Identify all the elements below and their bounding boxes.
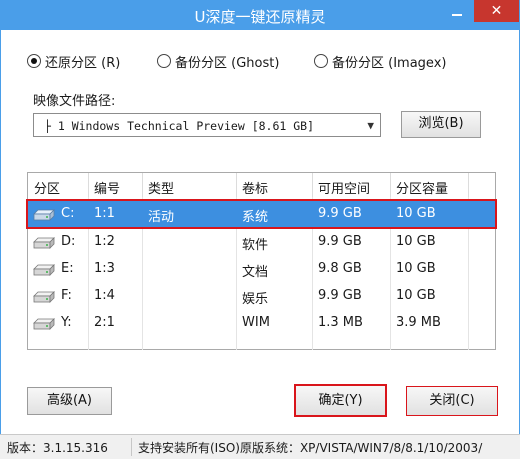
free-space: 9.9 GB bbox=[318, 206, 362, 221]
image-path-label: 映像文件路径: bbox=[33, 94, 116, 109]
partition-size: 3.9 MB bbox=[396, 315, 441, 330]
close-button-label: 关闭(C) bbox=[429, 393, 475, 408]
header-divider bbox=[88, 173, 89, 197]
radio-backup-imagex-indicator[interactable] bbox=[314, 54, 328, 68]
drive-letter: F: bbox=[61, 288, 72, 303]
header-divider bbox=[468, 173, 469, 197]
close-button[interactable]: 关闭(C) bbox=[406, 386, 498, 416]
drive-letter: C: bbox=[61, 206, 75, 221]
free-space: 9.9 GB bbox=[318, 234, 362, 249]
support-text: 支持安装所有(ISO)原版系统：XP/VISTA/WIN7/8/8.1/10/2… bbox=[138, 441, 483, 455]
chevron-down-icon[interactable]: ▼ bbox=[367, 114, 374, 138]
radio-backup-imagex-label: 备份分区 (Imagex) bbox=[332, 55, 447, 71]
partition-row-d[interactable]: D: 1:2 软件 9.9 GB 10 GB bbox=[28, 229, 495, 255]
partition-list[interactable]: 分区 编号 类型 卷标 可用空间 分区容量 C: 1:1 活动 系统 9.9 G… bbox=[26, 172, 497, 350]
browse-button-label: 浏览(B) bbox=[418, 116, 464, 131]
column-header-type[interactable]: 类型 bbox=[148, 178, 174, 197]
drive-letter: Y: bbox=[61, 315, 72, 330]
partition-row-y[interactable]: Y: 2:1 WIM 1.3 MB 3.9 MB bbox=[28, 310, 495, 336]
version-text: 版本：3.1.15.316 bbox=[7, 441, 108, 455]
radio-backup-ghost-indicator[interactable] bbox=[157, 54, 171, 68]
status-bar: 版本：3.1.15.316 支持安装所有(ISO)原版系统：XP/VISTA/W… bbox=[0, 434, 520, 459]
column-header-drive[interactable]: 分区 bbox=[34, 178, 60, 197]
partition-size: 10 GB bbox=[396, 234, 436, 249]
hard-drive-icon bbox=[33, 318, 55, 330]
header-divider bbox=[236, 173, 237, 197]
partition-list-header: 分区 编号 类型 卷标 可用空间 分区容量 bbox=[28, 173, 495, 197]
minimize-button[interactable] bbox=[442, 0, 472, 22]
free-space: 9.9 GB bbox=[318, 288, 362, 303]
partition-size: 10 GB bbox=[396, 206, 436, 221]
advanced-button-label: 高级(A) bbox=[46, 393, 93, 408]
image-path-select[interactable]: ├ 1 Windows Technical Preview [8.61 GB] … bbox=[33, 113, 381, 137]
column-header-size[interactable]: 分区容量 bbox=[396, 178, 448, 197]
partition-number: 1:1 bbox=[94, 206, 115, 221]
drive-letter: D: bbox=[61, 234, 76, 249]
title-bar: U深度一键还原精灵 ✕ bbox=[0, 0, 520, 31]
column-header-label[interactable]: 卷标 bbox=[242, 178, 268, 197]
hard-drive-icon bbox=[33, 237, 55, 249]
radio-backup-imagex[interactable]: 备份分区 (Imagex) bbox=[314, 52, 447, 71]
radio-restore-indicator[interactable] bbox=[27, 54, 41, 68]
hard-drive-icon bbox=[33, 264, 55, 276]
partition-number: 1:3 bbox=[94, 261, 115, 276]
status-divider bbox=[131, 438, 132, 456]
browse-button[interactable]: 浏览(B) bbox=[401, 111, 481, 138]
header-divider bbox=[312, 173, 313, 197]
radio-restore[interactable]: 还原分区 (R) bbox=[27, 52, 121, 71]
partition-size: 10 GB bbox=[396, 288, 436, 303]
advanced-button[interactable]: 高级(A) bbox=[27, 387, 112, 415]
radio-backup-ghost-label: 备份分区 (Ghost) bbox=[175, 55, 280, 71]
hard-drive-icon bbox=[33, 209, 55, 221]
image-path-value: ├ 1 Windows Technical Preview [8.61 GB] bbox=[44, 119, 315, 133]
column-header-number[interactable]: 编号 bbox=[94, 178, 120, 197]
free-space: 1.3 MB bbox=[318, 315, 363, 330]
hard-drive-icon bbox=[33, 291, 55, 303]
header-divider bbox=[390, 173, 391, 197]
column-header-free[interactable]: 可用空间 bbox=[318, 178, 370, 197]
volume-label: 系统 bbox=[242, 210, 269, 225]
ok-button-label: 确定(Y) bbox=[318, 393, 363, 408]
partition-size: 10 GB bbox=[396, 261, 436, 276]
partition-row-c[interactable]: C: 1:1 活动 系统 9.9 GB 10 GB bbox=[26, 199, 497, 229]
partition-row-e[interactable]: E: 1:3 文档 9.8 GB 10 GB bbox=[28, 256, 495, 282]
volume-label: WIM bbox=[242, 315, 270, 330]
close-window-button[interactable]: ✕ bbox=[474, 0, 519, 22]
partition-number: 1:2 bbox=[94, 234, 115, 249]
ok-button[interactable]: 确定(Y) bbox=[294, 384, 387, 417]
free-space: 9.8 GB bbox=[318, 261, 362, 276]
partition-type: 活动 bbox=[148, 210, 175, 225]
header-divider bbox=[142, 173, 143, 197]
partition-number: 1:4 bbox=[94, 288, 115, 303]
drive-letter: E: bbox=[61, 261, 74, 276]
volume-label: 娱乐 bbox=[242, 292, 269, 307]
radio-backup-ghost[interactable]: 备份分区 (Ghost) bbox=[157, 52, 280, 71]
volume-label: 软件 bbox=[242, 238, 269, 253]
volume-label: 文档 bbox=[242, 265, 269, 280]
radio-restore-label: 还原分区 (R) bbox=[45, 55, 121, 71]
partition-row-f[interactable]: F: 1:4 娱乐 9.9 GB 10 GB bbox=[28, 283, 495, 309]
partition-number: 2:1 bbox=[94, 315, 115, 330]
